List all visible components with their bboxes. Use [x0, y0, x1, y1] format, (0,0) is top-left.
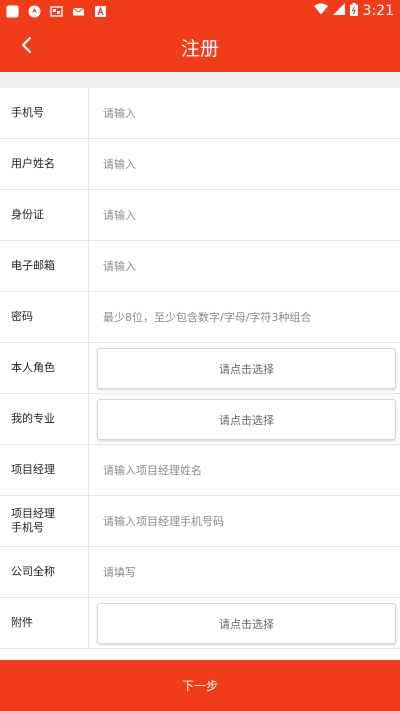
company-label: 公司全称 [0, 547, 89, 597]
next-step-button[interactable]: 下一步 [0, 660, 400, 711]
password-label: 密码 [0, 292, 89, 342]
phone-input[interactable]: 请输入 [89, 105, 400, 121]
major-select-button[interactable]: 请点击选择 [97, 399, 396, 440]
pm-name-label: 项目经理 [0, 445, 89, 495]
battery-icon [349, 2, 358, 20]
notification-icons [6, 5, 107, 18]
username-input[interactable]: 请输入 [89, 156, 400, 172]
company-input[interactable]: 请填写 [89, 564, 400, 580]
id-card-input[interactable]: 请输入 [89, 207, 400, 223]
pm-phone-row: 项目经理 手机号 请输入项目经理手机号码 [0, 496, 400, 547]
pm-phone-label: 项目经理 手机号 [0, 496, 89, 546]
id-card-row: 身份证 请输入 [0, 190, 400, 241]
app-icon [6, 5, 19, 18]
registration-form: 手机号 请输入 用户姓名 请输入 身份证 请输入 电子邮箱 请输入 密码 最少8… [0, 88, 400, 649]
role-label: 本人角色 [0, 343, 89, 393]
password-row: 密码 最少8位，至少包含数字/字母/字符3种组合 [0, 292, 400, 343]
status-bar: 3:21 [0, 0, 400, 22]
wifi-icon [313, 3, 328, 19]
id-card-label: 身份证 [0, 190, 89, 240]
signal-icon [332, 3, 345, 19]
pm-phone-label-line2: 手机号 [11, 521, 44, 534]
attachment-select-button[interactable]: 请点击选择 [97, 603, 396, 644]
font-icon [94, 5, 107, 18]
username-label: 用户姓名 [0, 139, 89, 189]
pm-phone-input[interactable]: 请输入项目经理手机号码 [89, 513, 400, 529]
header-spacer [0, 72, 400, 88]
role-row: 本人角色 请点击选择 [0, 343, 400, 394]
pm-phone-label-line1: 项目经理 [11, 507, 55, 521]
email-input[interactable]: 请输入 [89, 258, 400, 274]
attachment-row: 附件 请点击选择 [0, 598, 400, 649]
major-label: 我的专业 [0, 394, 89, 444]
next-step-label: 下一步 [181, 679, 218, 693]
page-title: 注册 [180, 37, 219, 60]
role-select-button[interactable]: 请点击选择 [97, 348, 396, 389]
gallery-icon [50, 5, 63, 18]
email-row: 电子邮箱 请输入 [0, 241, 400, 292]
app-header: 注册 [0, 22, 400, 72]
email-label: 电子邮箱 [0, 241, 89, 291]
back-arrow-icon [20, 36, 34, 58]
company-row: 公司全称 请填写 [0, 547, 400, 598]
clock-time: 3:21 [362, 3, 394, 19]
password-input[interactable]: 最少8位，至少包含数字/字母/字符3种组合 [89, 309, 400, 325]
back-button[interactable] [12, 32, 42, 62]
phone-label: 手机号 [0, 88, 89, 138]
pm-name-row: 项目经理 请输入项目经理姓名 [0, 445, 400, 496]
attachment-label: 附件 [0, 598, 89, 648]
mail-icon [72, 5, 85, 18]
username-row: 用户姓名 请输入 [0, 139, 400, 190]
pm-name-input[interactable]: 请输入项目经理姓名 [89, 462, 400, 478]
location-icon [28, 5, 41, 18]
phone-row: 手机号 请输入 [0, 88, 400, 139]
major-row: 我的专业 请点击选择 [0, 394, 400, 445]
